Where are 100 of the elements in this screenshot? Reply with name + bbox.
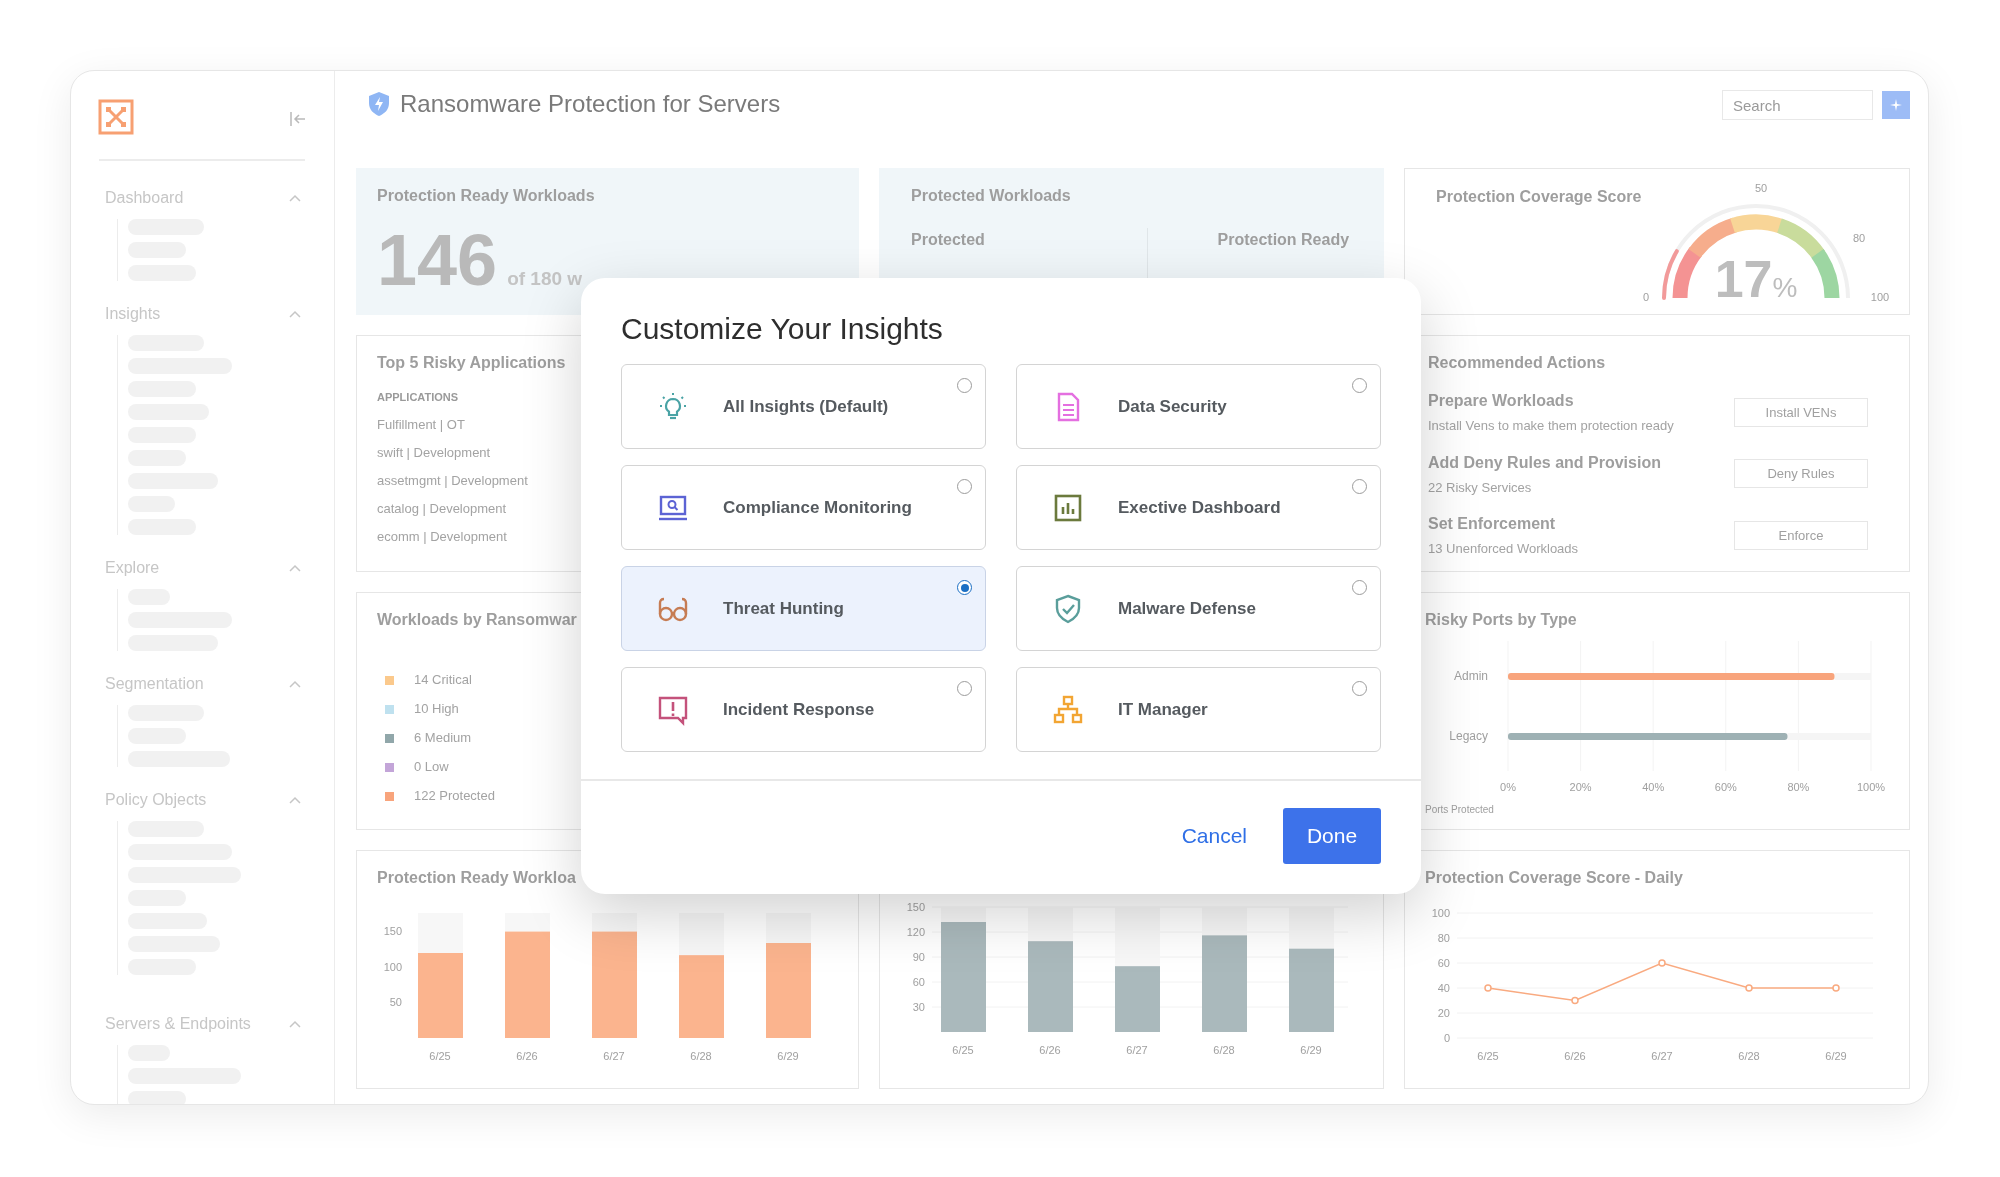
table-cell: catalog | Development bbox=[377, 499, 507, 518]
axis-label: 60% bbox=[1714, 781, 1737, 793]
gauge-value: 17 bbox=[1714, 253, 1773, 305]
axis-label: Legacy bbox=[1449, 729, 1488, 743]
dialog-title: Customize Your Insights bbox=[621, 311, 943, 347]
radio-button[interactable] bbox=[957, 479, 972, 494]
chevron-up-icon[interactable] bbox=[289, 680, 301, 688]
card-title: Protected Workloads bbox=[911, 186, 1071, 206]
radio-button[interactable] bbox=[957, 580, 972, 595]
axis-label: Admin bbox=[1454, 669, 1488, 683]
sparkle-button[interactable] bbox=[1882, 91, 1910, 119]
chevron-up-icon[interactable] bbox=[289, 1020, 301, 1028]
data-point bbox=[1658, 959, 1666, 967]
action-description: 22 Risky Services bbox=[1428, 478, 1532, 497]
legend-label: 6 Medium bbox=[414, 729, 472, 747]
radio-button[interactable] bbox=[1352, 580, 1367, 595]
radio-button[interactable] bbox=[1352, 681, 1367, 696]
axis-label: 6/28 bbox=[1213, 1044, 1235, 1056]
table-cell: assetmgmt | Development bbox=[377, 471, 528, 490]
axis-label: 6/26 bbox=[1564, 1050, 1586, 1062]
hierarchy-icon bbox=[1051, 693, 1084, 726]
sparkle-icon bbox=[1890, 99, 1902, 111]
radio-button[interactable] bbox=[1352, 479, 1367, 494]
radio-button[interactable] bbox=[1352, 378, 1367, 393]
axis-label: 40 bbox=[1437, 982, 1450, 994]
action-description: 13 Unenforced Workloads bbox=[1428, 540, 1579, 558]
axis-label: 6/27 bbox=[1651, 1050, 1673, 1062]
axis-label: 6/27 bbox=[1126, 1044, 1148, 1056]
card-title: Protection Ready Workloa bbox=[377, 868, 576, 888]
action-description: Install Vens to make them protection ready bbox=[1428, 417, 1674, 435]
axis-label: 6/26 bbox=[1039, 1044, 1061, 1056]
axis-label: 6/28 bbox=[690, 1050, 712, 1062]
stat-label: Protection Ready bbox=[1217, 230, 1350, 250]
axis-label: 90 bbox=[912, 951, 925, 963]
gauge-tick-label: 80 bbox=[1852, 230, 1866, 246]
gauge-unit: % bbox=[1772, 271, 1798, 305]
gauge-tick-label: 0 bbox=[1642, 289, 1650, 305]
axis-label: 20 bbox=[1437, 1007, 1450, 1019]
gauge-tick-label: 50 bbox=[1754, 180, 1768, 196]
done-button[interactable]: Done bbox=[1283, 808, 1381, 864]
legend-label: 10 High bbox=[414, 700, 459, 718]
axis-label: 6/28 bbox=[1738, 1050, 1760, 1062]
collapse-sidebar-icon[interactable] bbox=[289, 110, 307, 128]
card-title: Top 5 Risky Applications bbox=[377, 353, 566, 373]
search-field[interactable]: Search bbox=[1722, 90, 1873, 120]
axis-label: 50 bbox=[389, 996, 402, 1009]
axis-label: 0 bbox=[1443, 1032, 1450, 1044]
action-button[interactable]: Install VENs bbox=[1734, 397, 1868, 427]
axis-title: Ports Protected bbox=[1425, 804, 1494, 815]
axis-label: 60 bbox=[912, 976, 925, 988]
card-title: Protection Ready Workloads bbox=[377, 186, 595, 206]
chevron-up-icon[interactable] bbox=[289, 194, 301, 202]
axis-label: 6/29 bbox=[1300, 1044, 1322, 1056]
insight-option[interactable]: IT Manager bbox=[1016, 667, 1381, 752]
stat-label: Protected bbox=[911, 230, 985, 250]
bar bbox=[1115, 966, 1160, 1032]
metric-value: 146 bbox=[377, 224, 498, 296]
axis-label: 100 bbox=[1431, 907, 1450, 919]
axis-label: 150 bbox=[906, 901, 925, 913]
table-cell: swift | Development bbox=[377, 443, 491, 462]
radio-button[interactable] bbox=[957, 681, 972, 696]
insight-option[interactable]: Compliance Monitoring bbox=[621, 465, 986, 550]
data-point bbox=[1484, 984, 1492, 992]
axis-label: 20% bbox=[1569, 781, 1592, 793]
gauge-level bbox=[1662, 249, 1679, 300]
action-button[interactable]: Deny Rules bbox=[1734, 459, 1868, 489]
chevron-up-icon[interactable] bbox=[289, 310, 301, 318]
legend-label: 0 Low bbox=[414, 758, 449, 776]
legend-label: 122 Protected bbox=[414, 787, 495, 805]
action-title: Add Deny Rules and Provision bbox=[1428, 452, 1661, 473]
card-title: Protection Coverage Score bbox=[1436, 187, 1642, 207]
axis-label: 60 bbox=[1437, 957, 1450, 969]
axis-label: 6/29 bbox=[777, 1050, 799, 1062]
axis-label: 6/26 bbox=[516, 1050, 538, 1062]
axis-label: 150 bbox=[383, 924, 402, 937]
radio-button[interactable] bbox=[957, 378, 972, 393]
insight-option[interactable]: Exective Dashboard bbox=[1016, 465, 1381, 550]
axis-label: 120 bbox=[906, 926, 925, 938]
cancel-button[interactable]: Cancel bbox=[1175, 808, 1253, 864]
insight-option[interactable]: Incident Response bbox=[621, 667, 986, 752]
shield-bolt-icon bbox=[368, 91, 390, 117]
axis-label: 100% bbox=[1856, 781, 1885, 793]
action-title: Set Enforcement bbox=[1428, 514, 1556, 534]
axis-label: 6/25 bbox=[429, 1050, 451, 1062]
chevron-up-icon[interactable] bbox=[289, 564, 301, 572]
insight-option[interactable]: Malware Defense bbox=[1016, 566, 1381, 651]
card-title: Recommended Actions bbox=[1428, 353, 1606, 373]
action-button[interactable]: Enforce bbox=[1734, 520, 1868, 550]
insight-option[interactable]: Data Security bbox=[1016, 364, 1381, 449]
card-title: Workloads by Ransomwar bbox=[377, 610, 577, 630]
table-cell: ecomm | Development bbox=[377, 527, 507, 546]
axis-label: 0% bbox=[1500, 781, 1516, 793]
chevron-up-icon[interactable] bbox=[289, 796, 301, 804]
page-title: Ransomware Protection for Servers bbox=[400, 89, 781, 119]
insight-option[interactable]: Threat Hunting bbox=[621, 566, 986, 651]
card-title: Protection Coverage Score - Daily bbox=[1425, 868, 1683, 888]
column-header: APPLICATIONS bbox=[377, 390, 459, 405]
axis-label: 80% bbox=[1787, 781, 1810, 793]
logo-icon bbox=[98, 99, 134, 135]
insight-option[interactable]: All Insights (Default) bbox=[621, 364, 986, 449]
